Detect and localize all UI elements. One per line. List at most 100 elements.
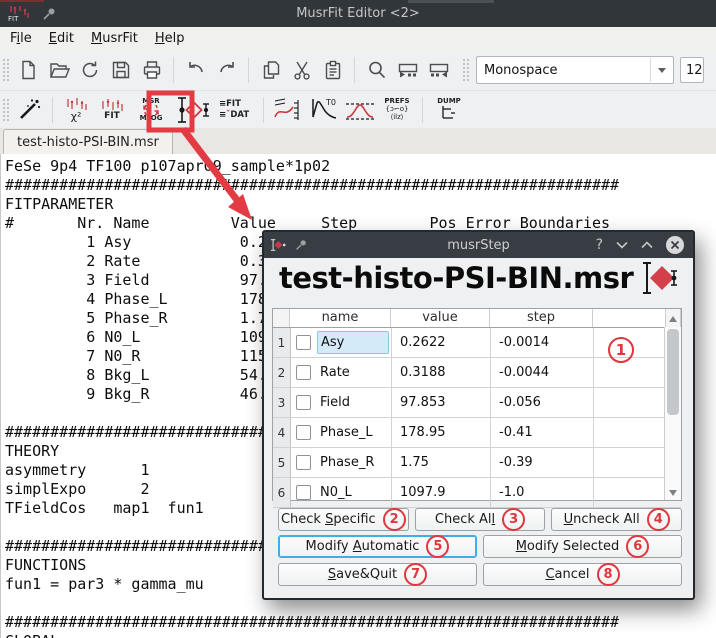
step-cell[interactable]: -0.41 xyxy=(491,418,594,447)
param-name[interactable]: N0_L xyxy=(317,481,389,504)
musrfit-with-data-button[interactable]: ≡FIT ≡ˇDAT xyxy=(215,93,257,127)
param-name[interactable]: Phase_L xyxy=(317,421,389,444)
toolbar-drag-handle[interactable] xyxy=(2,58,9,82)
musrstep-dialog[interactable]: musrStep ? test-histo-PSI-BIN.msr xyxy=(262,230,695,600)
menubar[interactable]: File Edit MusrFit Help xyxy=(0,27,716,50)
new-file-button[interactable] xyxy=(12,55,43,85)
name-cell[interactable]: Phase_R xyxy=(291,448,392,477)
column-header-value[interactable]: value xyxy=(391,309,490,327)
param-name[interactable]: Field xyxy=(317,391,389,414)
row-checkbox[interactable] xyxy=(296,485,311,500)
print-button[interactable] xyxy=(136,55,167,85)
param-name[interactable]: Asy xyxy=(317,331,389,354)
menu-help[interactable]: Help xyxy=(155,31,185,46)
swap-msr-mlog-button[interactable]: MSR MLOG xyxy=(131,93,171,127)
main-toolbar: Monospace 12 xyxy=(0,50,716,91)
button-label: Check Specific xyxy=(281,512,376,527)
help-button[interactable]: ? xyxy=(596,237,603,253)
step-cell[interactable]: -0.0014 xyxy=(491,328,594,357)
font-size-spinbox[interactable]: 12 xyxy=(680,57,704,83)
check-all-button[interactable]: Check All3 xyxy=(415,508,546,531)
search-icon xyxy=(366,59,388,81)
save-quit-button[interactable]: Save&Quit 7 xyxy=(278,563,477,586)
column-header-name[interactable]: name xyxy=(290,309,391,327)
name-cell[interactable]: Phase_L xyxy=(291,418,392,447)
modify-automatic-button[interactable]: Modify Automatic5 xyxy=(278,535,477,558)
window-titlebar[interactable]: FIT MusrFit Editor <2> xyxy=(0,0,716,27)
fit-dat-bottom-label: ≡ˇDAT xyxy=(219,111,249,120)
msr-wizard-button[interactable] xyxy=(12,95,46,125)
find-next-button[interactable] xyxy=(392,55,423,85)
maximize-button[interactable] xyxy=(641,241,653,249)
value-cell[interactable]: 0.2622 xyxy=(392,328,491,357)
paste-button[interactable] xyxy=(317,55,348,85)
menu-edit[interactable]: Edit xyxy=(49,31,74,46)
open-file-button[interactable] xyxy=(43,55,74,85)
tab-msr-file[interactable]: test-histo-PSI-BIN.msr xyxy=(3,129,173,154)
row-checkbox[interactable] xyxy=(296,395,311,410)
scrollbar-up-button[interactable] xyxy=(665,309,681,327)
table-scrollbar[interactable] xyxy=(664,327,681,500)
name-cell[interactable]: Rate xyxy=(291,358,392,387)
step-cell[interactable]: -0.39 xyxy=(491,448,594,477)
name-cell[interactable]: Field xyxy=(291,388,392,417)
value-cell[interactable]: 97.853 xyxy=(392,388,491,417)
redo-button[interactable] xyxy=(211,55,242,85)
musrt0-button[interactable]: T0 xyxy=(306,95,342,125)
find-next-icon xyxy=(396,59,420,81)
copy-button[interactable] xyxy=(255,55,286,85)
uncheck-all-button[interactable]: Uncheck All4 xyxy=(551,508,682,531)
name-cell[interactable]: Asy xyxy=(291,328,392,357)
dialog-titlebar[interactable]: musrStep ? xyxy=(264,232,693,258)
button-label: Modify Automatic xyxy=(306,539,420,554)
name-cell[interactable]: N0_L xyxy=(291,478,392,507)
menu-file[interactable]: File xyxy=(10,31,32,46)
row-checkbox[interactable] xyxy=(296,425,311,440)
close-button[interactable] xyxy=(666,236,684,254)
modify-selected-button[interactable]: Modify Selected6 xyxy=(483,535,682,558)
find-button[interactable] xyxy=(361,55,392,85)
cut-button[interactable] xyxy=(286,55,317,85)
paste-icon xyxy=(322,59,344,81)
toolbar-drag-handle[interactable] xyxy=(2,98,9,122)
tabbar: test-histo-PSI-BIN.msr xyxy=(0,128,716,155)
param-name[interactable]: Rate xyxy=(317,361,389,384)
calc-chisq-button[interactable]: χ² xyxy=(59,93,93,127)
musrfit-button[interactable]: FIT xyxy=(93,93,131,127)
scrollbar-thumb[interactable] xyxy=(667,329,679,415)
cancel-button[interactable]: Cancel8 xyxy=(483,563,682,586)
shade-button[interactable] xyxy=(616,241,628,249)
annotation-badge-7: 7 xyxy=(404,563,427,586)
check-specific-button[interactable]: Check Specific2 xyxy=(278,508,409,531)
row-number: 4 xyxy=(273,418,291,447)
font-family-combobox[interactable]: Monospace xyxy=(476,56,674,84)
musrft-button[interactable] xyxy=(342,95,378,125)
save-button[interactable] xyxy=(105,55,136,85)
scroll-down-icon[interactable] xyxy=(669,490,677,496)
button-label: Check All xyxy=(435,512,495,527)
step-cell[interactable]: -0.0044 xyxy=(491,358,594,387)
undo-button[interactable] xyxy=(180,55,211,85)
step-cell[interactable]: -0.056 xyxy=(491,388,594,417)
find-previous-button[interactable] xyxy=(423,55,454,85)
menu-musrfit[interactable]: MusrFit xyxy=(91,31,138,46)
reload-button[interactable] xyxy=(74,55,105,85)
value-cell[interactable]: 1097.9 xyxy=(392,478,491,507)
row-checkbox[interactable] xyxy=(296,455,311,470)
button-label: Cancel xyxy=(545,567,589,582)
combobox-arrow[interactable] xyxy=(650,58,673,82)
musrview-button[interactable] xyxy=(270,95,306,125)
param-name[interactable]: Phase_R xyxy=(317,451,389,474)
step-cell[interactable]: -1.0 xyxy=(491,478,594,507)
row-checkbox[interactable] xyxy=(296,365,311,380)
column-header-step[interactable]: step xyxy=(490,309,593,327)
row-checkbox[interactable] xyxy=(296,335,311,350)
value-cell[interactable]: 1.75 xyxy=(392,448,491,477)
toolbar-drag-handle[interactable] xyxy=(462,58,469,82)
msr2data-button[interactable]: PREFS {ɔ⌐o} ⟨ilz⟩ xyxy=(378,93,416,127)
button-label: Save&Quit xyxy=(328,567,397,582)
value-cell[interactable]: 178.95 xyxy=(392,418,491,447)
musr-step-toolbar-icon[interactable] xyxy=(171,93,215,127)
dump-button[interactable]: DUMP xyxy=(429,93,469,127)
value-cell[interactable]: 0.3188 xyxy=(392,358,491,387)
